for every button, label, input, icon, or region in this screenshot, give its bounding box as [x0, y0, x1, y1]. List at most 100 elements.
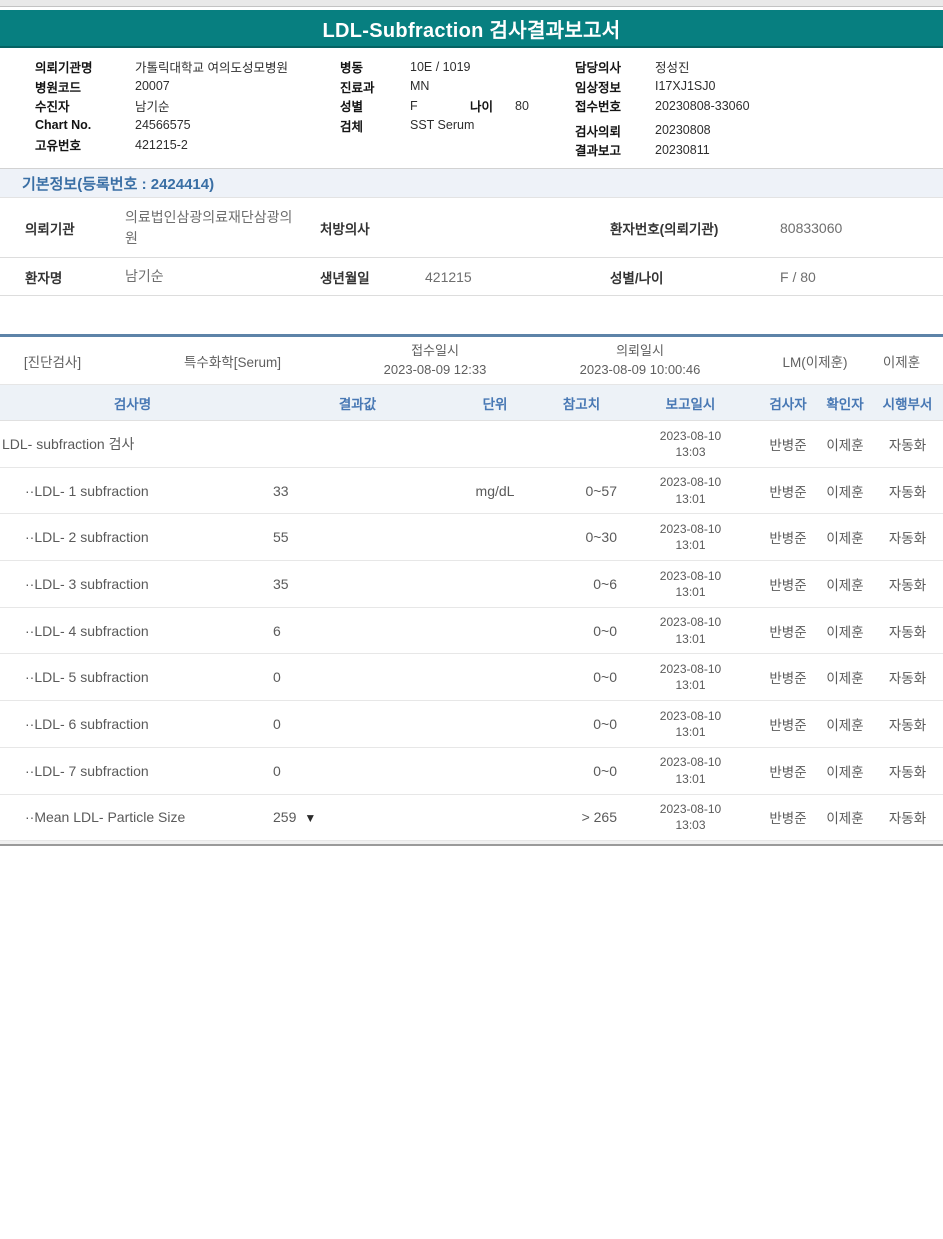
test-name-cell: ··LDL- 5 subfraction [0, 669, 265, 685]
field-label: 나이 [470, 96, 515, 115]
field-value: 24566575 [135, 118, 191, 132]
reference-range-cell: 0~0 [540, 716, 623, 732]
table-row: ··LDL- 7 subfraction 0 0~0 2023-08-1013:… [0, 748, 943, 795]
field-label: 수진자 [35, 96, 135, 115]
field-value: 의료법인삼광의료재단삼광의원 [125, 207, 320, 249]
result-value-cell: 0 [265, 669, 450, 685]
field-label: 결과보고 [575, 140, 655, 159]
title-bar: LDL-Subfraction 검사결과보고서 [0, 10, 943, 48]
confirmer-cell: 이제훈 [818, 621, 872, 641]
tester-cell: 반병준 [758, 527, 818, 547]
department-cell: 자동화 [872, 667, 943, 687]
received-datetime: 2023-08-09 12:33 [384, 362, 487, 377]
info-column-left: 의뢰기관명 가톨릭대학교 여의도성모병원 병원코드 20007 수진자 남기순 … [35, 57, 335, 155]
field-label: 검사의뢰 [575, 121, 655, 140]
table-row: ··Mean LDL- Particle Size 259▼ > 265 202… [0, 795, 943, 842]
reference-range-cell: > 265 [540, 809, 623, 825]
field-value: 20230808 [655, 123, 711, 137]
category-label: [진단검사] [0, 351, 105, 371]
table-row: ··LDL- 3 subfraction 35 0~6 2023-08-1013… [0, 561, 943, 608]
info-row: 병원코드 20007 [35, 77, 335, 97]
department-cell: 자동화 [872, 807, 943, 827]
header-tester: 검사자 [758, 393, 818, 413]
field-label: 환자번호(의뢰기관) [610, 218, 780, 238]
reported-datetime-cell: 2023-08-1013:01 [623, 614, 758, 646]
field-label: 임상정보 [575, 77, 655, 96]
department-cell: 자동화 [872, 434, 943, 454]
result-value-cell: 55 [265, 529, 450, 545]
info-row: 접수번호 20230808-33060 [575, 96, 915, 116]
info-row: 검체 SST Serum [340, 116, 575, 136]
reported-datetime-cell: 2023-08-1013:01 [623, 568, 758, 600]
reported-datetime-cell: 2023-08-1013:03 [623, 428, 758, 460]
result-value-cell: 35 [265, 576, 450, 592]
info-row: 성별 F 나이 80 [340, 96, 575, 116]
reference-range-cell: 0~0 [540, 763, 623, 779]
confirmer-cell: 이제훈 [818, 527, 872, 547]
info-column-right: 담당의사 정성진 임상정보 I17XJ1SJ0 접수번호 20230808-33… [575, 57, 915, 160]
test-name-cell: ··LDL- 7 subfraction [0, 763, 265, 779]
reported-datetime-cell: 2023-08-1013:01 [623, 521, 758, 553]
result-value-cell: 33 [265, 483, 450, 499]
field-value: SST Serum [410, 118, 474, 132]
confirmer-cell: 이제훈 [818, 807, 872, 827]
tester-cell: 반병준 [758, 761, 818, 781]
field-value: 421215 [425, 269, 610, 285]
field-label: 환자명 [25, 267, 125, 287]
test-name-cell: ··LDL- 2 subfraction [0, 529, 265, 545]
result-value-cell: 259▼ [265, 809, 450, 825]
table-row: ··LDL- 6 subfraction 0 0~0 2023-08-1013:… [0, 701, 943, 748]
diagnostics-summary-bar: [진단검사] 특수화학[Serum] 접수일시 2023-08-09 12:33… [0, 337, 943, 385]
field-label: 병동 [340, 57, 410, 76]
reported-datetime-cell: 2023-08-1013:01 [623, 661, 758, 693]
result-value-cell: 0 [265, 763, 450, 779]
field-label: 생년월일 [320, 267, 425, 287]
reviewer-name: 이제훈 [860, 351, 943, 371]
field-label: 검체 [340, 116, 410, 135]
department-cell: 자동화 [872, 761, 943, 781]
field-value: 20230808-33060 [655, 99, 750, 113]
field-value: 20230811 [655, 143, 710, 157]
test-name-cell: ··Mean LDL- Particle Size [0, 809, 265, 825]
reported-datetime-cell: 2023-08-1013:01 [623, 474, 758, 506]
table-row: ··LDL- 1 subfraction 33 mg/dL 0~57 2023-… [0, 468, 943, 515]
lab-code: LM(이제훈) [770, 351, 860, 371]
field-label: 진료과 [340, 77, 410, 96]
header-department: 시행부서 [872, 393, 943, 413]
section-title: 기본정보(등록번호 : 2424414) [22, 173, 214, 194]
result-value-cell: 0 [265, 716, 450, 732]
tester-cell: 반병준 [758, 481, 818, 501]
basic-info-section-header: 기본정보(등록번호 : 2424414) [0, 168, 943, 198]
field-value: 남기순 [125, 266, 320, 287]
test-name-cell: ··LDL- 4 subfraction [0, 623, 265, 639]
diagnostics-section: [진단검사] 특수화학[Serum] 접수일시 2023-08-09 12:33… [0, 334, 943, 846]
received-datetime-block: 접수일시 2023-08-09 12:33 [360, 342, 510, 380]
info-row: 검사의뢰 20230808 [575, 121, 915, 141]
department-cell: 자동화 [872, 527, 943, 547]
field-value: 정성진 [655, 57, 690, 76]
table-row: ··LDL- 2 subfraction 55 0~30 2023-08-101… [0, 514, 943, 561]
table-bottom-border [0, 841, 943, 846]
info-row: 고유번호 421215-2 [35, 135, 335, 155]
table-row: LDL- subfraction 검사 2023-08-1013:03 반병준 … [0, 421, 943, 468]
field-value: 421215-2 [135, 138, 188, 152]
confirmer-cell: 이제훈 [818, 761, 872, 781]
result-value-cell: 6 [265, 623, 450, 639]
info-row: 병동 10E / 1019 [340, 57, 575, 77]
header-result: 결과값 [265, 393, 450, 413]
header-reported-at: 보고일시 [623, 393, 758, 413]
header-reference-range: 참고치 [540, 393, 623, 413]
unit-cell: mg/dL [450, 483, 540, 499]
reported-datetime-cell: 2023-08-1013:01 [623, 754, 758, 786]
field-value: 가톨릭대학교 여의도성모병원 [135, 57, 288, 76]
tester-cell: 반병준 [758, 434, 818, 454]
field-label: 성별 [340, 96, 410, 115]
field-label: 의뢰기관명 [35, 57, 135, 76]
table-row: ··LDL- 4 subfraction 6 0~0 2023-08-1013:… [0, 608, 943, 655]
window-top-strip [0, 0, 943, 7]
info-row: Chart No. 24566575 [35, 116, 335, 136]
requested-label: 의뢰일시 [616, 343, 664, 358]
test-name-cell: ··LDL- 1 subfraction [0, 483, 265, 499]
panel-label: 특수화학[Serum] [105, 351, 360, 371]
reference-range-cell: 0~6 [540, 576, 623, 592]
